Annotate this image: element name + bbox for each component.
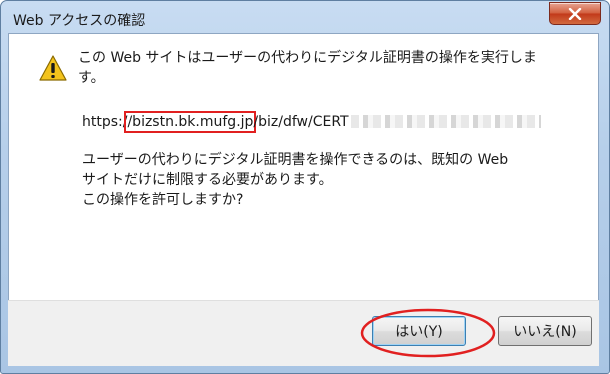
close-icon — [568, 7, 582, 20]
url-path: /biz/dfw/CERT — [253, 114, 349, 130]
yes-button[interactable]: はい(Y) — [372, 316, 466, 346]
url-host-highlight: /bizstn.bk.mufg.jp — [124, 111, 257, 133]
url-redacted — [350, 115, 541, 128]
note-line: ユーザーの代わりにデジタル証明書を操作できるのは、既知の Web — [82, 152, 509, 168]
title-bar: Web アクセスの確認 — [1, 1, 609, 34]
window-title: Web アクセスの確認 — [13, 13, 146, 29]
dialog-message: この Web サイトはユーザーの代わりにデジタル証明書の操作を実行します。 — [78, 50, 537, 86]
dialog-note: ユーザーの代わりにデジタル証明書を操作できるのは、既知の Web サイトだけに制… — [82, 150, 562, 210]
url-text: https://bizstn.bk.mufg.jp/biz/dfw/CERT — [82, 111, 541, 133]
note-line: サイトだけに制限する必要があります。 — [82, 172, 333, 188]
url-prefix: https:/ — [82, 114, 128, 130]
no-button[interactable]: いいえ(N) — [498, 316, 592, 346]
close-button[interactable] — [549, 2, 601, 25]
note-line: この操作を許可しますか? — [82, 192, 244, 208]
warning-icon — [38, 54, 68, 86]
